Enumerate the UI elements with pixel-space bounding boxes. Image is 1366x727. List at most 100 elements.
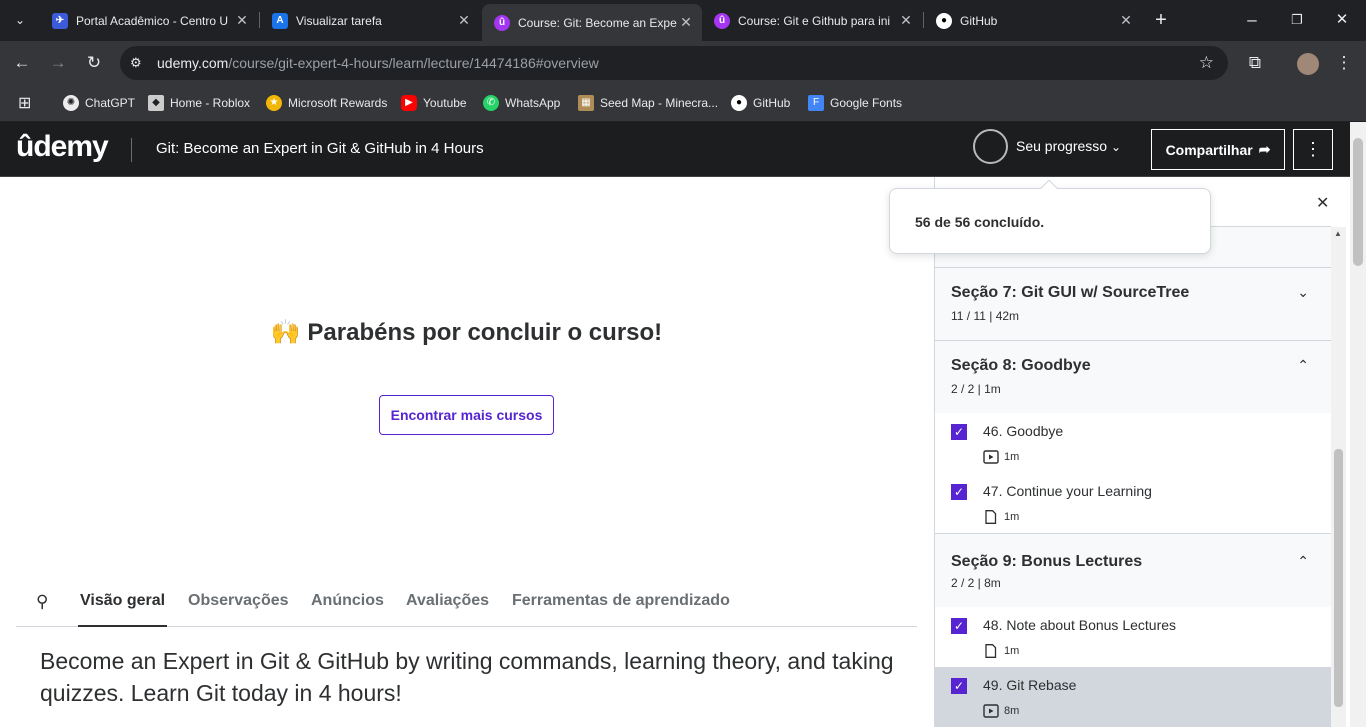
github-icon: ●	[936, 12, 952, 29]
congrats-heading: 🙌 Parabéns por concluir o curso!	[0, 318, 933, 347]
course-title[interactable]: Git: Become an Expert in Git & GitHub in…	[156, 140, 484, 157]
section-title: Seção 9: Bonus Lectures	[951, 553, 1143, 570]
find-more-courses-button[interactable]: Encontrar mais cursos	[379, 395, 554, 435]
lecture-title: 49. Git Rebase	[983, 677, 1077, 693]
progress-dropdown[interactable]: Seu progresso ⌄	[1016, 138, 1121, 154]
tab-learning-tools[interactable]: Ferramentas de aprendizado	[512, 580, 730, 627]
rewards-medal-icon: ★	[266, 95, 282, 111]
new-tab-icon[interactable]: +	[1149, 0, 1173, 40]
lecture-title: 48. Note about Bonus Lectures	[983, 617, 1177, 633]
celebration-hands-icon: 🙌	[270, 319, 301, 346]
lecture-item[interactable]: ✓ 48. Note about Bonus Lectures 1m	[935, 607, 1331, 667]
section-7[interactable]: Seção 7: Git GUI w/ SourceTree 11 / 11 |…	[935, 267, 1331, 340]
close-icon[interactable]: ✕	[898, 12, 914, 29]
scroll-up-arrow-icon[interactable]: ▲	[1334, 229, 1342, 238]
sidebar-scrollbar-thumb[interactable]	[1334, 449, 1343, 707]
section-8[interactable]: Seção 8: Goodbye 2 / 2 | 1m ⌃	[935, 340, 1331, 413]
bookmark-label: Seed Map - Minecra...	[600, 96, 719, 110]
restore-icon[interactable]: ❐	[1285, 0, 1309, 40]
checkbox-checked[interactable]: ✓	[951, 618, 967, 634]
apps-icon[interactable]: ⊞	[18, 85, 31, 121]
chatgpt-icon: ✺	[63, 95, 79, 111]
minimize-icon[interactable]: –	[1240, 0, 1264, 40]
bookmark-roblox[interactable]: ◆ Home - Roblox	[148, 85, 250, 121]
bookmark-label: GitHub	[753, 96, 791, 110]
bookmark-label: Google Fonts	[830, 96, 903, 110]
bookmark-label: Youtube	[423, 96, 467, 110]
progress-summary: 56 de 56 concluído.	[915, 214, 1045, 230]
bookmark-chatgpt[interactable]: ✺ ChatGPT	[63, 85, 135, 121]
lecture-item-current[interactable]: ✓ 49. Git Rebase 8m	[935, 667, 1331, 727]
reload-icon[interactable]: ↻	[82, 41, 106, 85]
share-label: Compartilhar	[1165, 141, 1253, 158]
lecture-item[interactable]: ✓ 47. Continue your Learning 1m	[935, 473, 1331, 533]
profile-avatar[interactable]	[1296, 41, 1320, 85]
forward-icon[interactable]: →	[46, 41, 70, 85]
more-options-icon[interactable]: ⋮	[1293, 129, 1333, 170]
close-icon[interactable]: ✕	[456, 12, 472, 29]
tab-search-icon[interactable]: ⌄	[8, 0, 32, 40]
browser-tab-active[interactable]: û Course: Git: Become an Expe ✕	[482, 4, 702, 41]
tab-overview[interactable]: Visão geral	[78, 580, 168, 627]
bookmark-seedmap[interactable]: ▦ Seed Map - Minecra...	[578, 85, 718, 121]
tab-notes[interactable]: Observações	[188, 580, 289, 627]
tab-title: Portal Acadêmico - Centro U	[76, 13, 229, 28]
share-arrow-icon: ➦	[1258, 141, 1271, 157]
checkbox-checked[interactable]: ✓	[951, 678, 967, 694]
close-icon[interactable]: ✕	[1118, 12, 1134, 29]
udemy-logo[interactable]: ûdemy	[16, 130, 109, 164]
bookmark-youtube[interactable]: ▶ Youtube	[401, 85, 467, 121]
back-icon[interactable]: ←	[10, 41, 34, 85]
lecture-meta: 8m	[983, 704, 1019, 718]
extensions-icon[interactable]: ⧉	[1243, 41, 1267, 85]
course-header: ûdemy Git: Become an Expert in Git & Git…	[0, 122, 1350, 177]
bookmark-star-icon[interactable]: ☆	[1199, 53, 1214, 73]
section-meta: 11 / 11 | 42m	[951, 309, 1020, 323]
close-icon[interactable]: ✕	[678, 14, 694, 31]
page-scrollbar-thumb[interactable]	[1353, 138, 1363, 266]
browser-tab[interactable]: û Course: Git e Github para ini ✕	[702, 6, 922, 35]
section-meta: 2 / 2 | 8m	[951, 576, 1001, 590]
section-title: Seção 8: Goodbye	[951, 357, 1091, 374]
checkbox-checked[interactable]: ✓	[951, 424, 967, 440]
window-close-icon[interactable]: ✕	[1330, 0, 1354, 40]
udemy-icon: û	[494, 14, 510, 31]
browser-tab[interactable]: ● GitHub ✕	[924, 6, 1142, 35]
sidebar-scrollbar[interactable]: ▲	[1331, 227, 1346, 727]
lecture-duration: 1m	[1004, 645, 1020, 657]
lecture-title: 47. Continue your Learning	[983, 483, 1152, 499]
udemy-icon: û	[714, 12, 730, 29]
progress-ring-icon[interactable]	[973, 129, 1008, 164]
url-host: udemy.com	[157, 55, 229, 71]
bookmark-rewards[interactable]: ★ Microsoft Rewards	[266, 85, 387, 121]
share-button[interactable]: Compartilhar ➦	[1151, 129, 1285, 170]
tab-title: Visualizar tarefa	[296, 13, 382, 28]
address-bar[interactable]: ⚙ udemy.com/course/git-expert-4-hours/le…	[120, 46, 1228, 80]
section-9[interactable]: Seção 9: Bonus Lectures 2 / 2 | 8m ⌃	[935, 533, 1331, 607]
browser-tab[interactable]: A Visualizar tarefa ✕	[260, 6, 480, 35]
bookmark-github[interactable]: ● GitHub	[731, 85, 790, 121]
bookmark-label: ChatGPT	[85, 96, 136, 110]
whatsapp-icon: ✆	[483, 95, 499, 111]
content-tabs: ⚲ Visão geral Observações Anúncios Avali…	[16, 580, 917, 627]
article-icon	[985, 644, 997, 658]
bookmark-whatsapp[interactable]: ✆ WhatsApp	[483, 85, 560, 121]
bookmark-google-fonts[interactable]: F Google Fonts	[808, 85, 902, 121]
search-icon[interactable]: ⚲	[36, 592, 48, 612]
close-icon[interactable]: ✕	[234, 12, 250, 29]
lecture-title: 46. Goodbye	[983, 423, 1064, 439]
browser-menu-icon[interactable]: ⋮	[1332, 41, 1356, 85]
youtube-icon: ▶	[401, 95, 417, 111]
site-settings-icon[interactable]: ⚙	[130, 55, 142, 71]
browser-tab[interactable]: ✈ Portal Acadêmico - Centro U ✕	[40, 6, 258, 35]
lecture-item[interactable]: ✓ 46. Goodbye 1m	[935, 413, 1331, 473]
video-icon	[983, 450, 999, 464]
url-path: /course/git-expert-4-hours/learn/lecture…	[228, 55, 599, 71]
tab-announcements[interactable]: Anúncios	[311, 580, 384, 627]
tab-title: Course: Git e Github para ini	[738, 13, 891, 28]
checkbox-checked[interactable]: ✓	[951, 484, 967, 500]
sidebar-close-icon[interactable]: ✕	[1316, 193, 1329, 213]
page-scrollbar[interactable]	[1350, 122, 1366, 727]
seedmap-icon: ▦	[578, 95, 594, 111]
tab-reviews[interactable]: Avaliações	[406, 580, 489, 627]
